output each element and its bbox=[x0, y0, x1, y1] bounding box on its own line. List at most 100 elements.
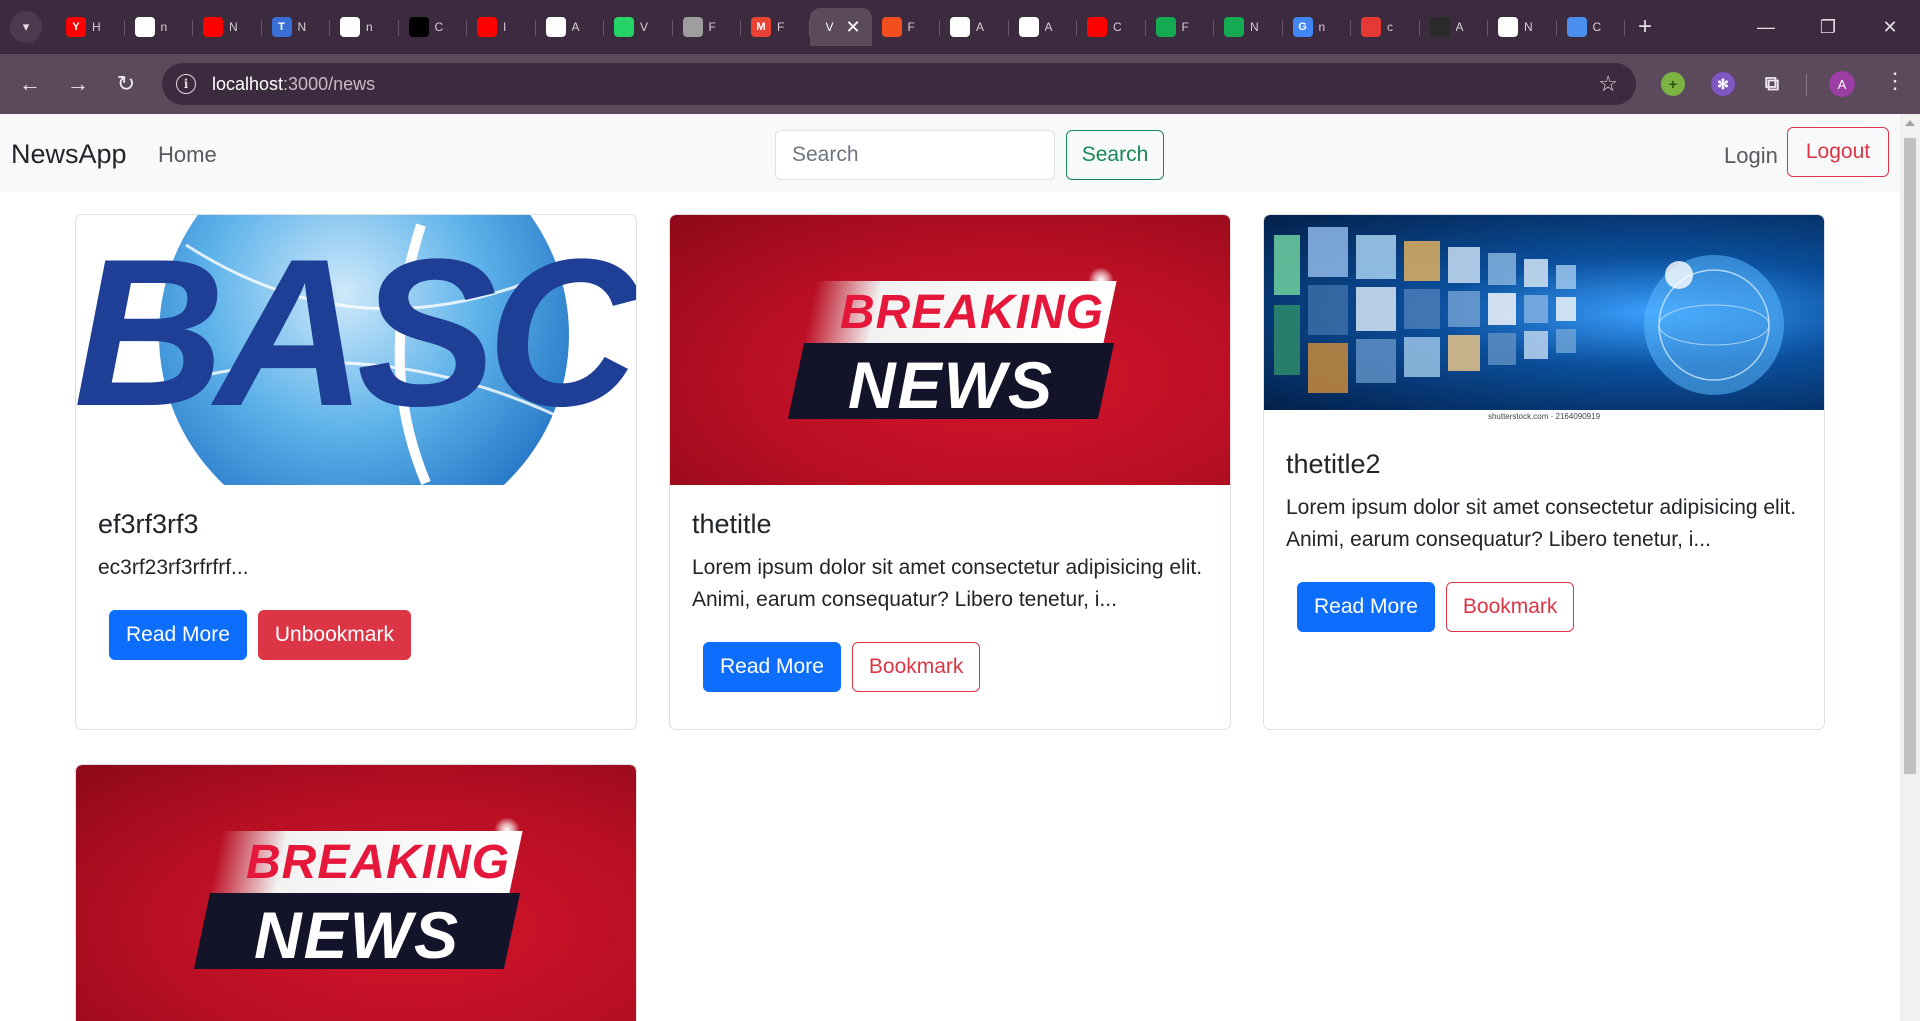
browser-tab[interactable]: N bbox=[1488, 8, 1557, 46]
new-tab-button[interactable]: + bbox=[1625, 8, 1665, 46]
news-card-image: BREAKING NEWS bbox=[670, 215, 1230, 485]
read-more-button[interactable]: Read More bbox=[1297, 582, 1435, 632]
scroll-up-arrow-icon[interactable] bbox=[1905, 120, 1915, 126]
news-card-text: ec3rf23rf3rfrfrf... bbox=[98, 556, 249, 579]
tab-title: F bbox=[907, 20, 915, 34]
browser-tab[interactable]: A bbox=[940, 8, 1009, 46]
tab-title: c bbox=[1387, 20, 1393, 34]
profile-avatar[interactable]: A bbox=[1829, 71, 1855, 97]
login-link[interactable]: Login bbox=[1724, 143, 1778, 169]
bookmark-button[interactable]: Bookmark bbox=[851, 642, 981, 692]
browser-tab[interactable]: C bbox=[1077, 8, 1146, 46]
tab-title: n bbox=[1318, 20, 1326, 34]
address-bar[interactable]: i localhost:3000/news ☆ bbox=[162, 63, 1636, 105]
bookmark-button[interactable]: Bookmark bbox=[1445, 582, 1575, 632]
logout-button[interactable]: Logout bbox=[1787, 127, 1889, 177]
minimize-button[interactable]: — bbox=[1735, 0, 1797, 54]
news-card-title: thetitle bbox=[692, 509, 772, 539]
read-more-button[interactable]: Read More bbox=[109, 610, 247, 660]
basc-logo-image: BASC bbox=[76, 215, 636, 485]
extensions-puzzle-icon[interactable]: ⧉ bbox=[1760, 72, 1784, 96]
t-icon: T bbox=[271, 17, 292, 37]
browser-tab[interactable]: TN bbox=[262, 8, 331, 46]
browser-tab[interactable]: V bbox=[604, 8, 673, 46]
read-more-button[interactable]: Read More bbox=[703, 642, 841, 692]
news-card: BREAKING NEWS bbox=[75, 764, 637, 1021]
tab-title: N bbox=[229, 20, 237, 34]
back-button[interactable]: ← bbox=[14, 68, 46, 100]
browser-tab[interactable]: N bbox=[193, 8, 262, 46]
browser-tab[interactable]: C bbox=[399, 8, 468, 46]
extension-snowflake-icon[interactable]: ✻ bbox=[1711, 72, 1735, 96]
medium-icon bbox=[408, 17, 429, 37]
tab-title: V bbox=[825, 20, 834, 34]
browser-tab[interactable]: n bbox=[330, 8, 399, 46]
mongodb-icon bbox=[1224, 17, 1244, 37]
tab-title: C bbox=[1592, 20, 1601, 34]
breaking-news-line2: NEWS bbox=[848, 348, 1054, 422]
scrollbar-thumb[interactable] bbox=[1904, 138, 1916, 774]
news-card-image: BASC bbox=[76, 215, 636, 485]
forward-button[interactable]: → bbox=[62, 68, 94, 100]
url-text[interactable]: localhost:3000/news bbox=[212, 74, 375, 95]
github-icon bbox=[950, 17, 970, 37]
close-window-button[interactable]: ✕ bbox=[1859, 0, 1920, 54]
unbookmark-button[interactable]: Unbookmark bbox=[257, 610, 411, 660]
breaking-news-line1: BREAKING bbox=[245, 836, 510, 889]
chatgpt-icon bbox=[545, 17, 566, 37]
tab-title: A bbox=[571, 20, 580, 34]
browser-tab[interactable]: c bbox=[1351, 8, 1420, 46]
bookmark-star-icon[interactable]: ☆ bbox=[1598, 71, 1618, 97]
github-icon bbox=[340, 17, 360, 37]
restore-button[interactable]: ❐ bbox=[1797, 0, 1859, 54]
browser-tab[interactable]: N bbox=[1214, 8, 1283, 46]
reload-button[interactable]: ↻ bbox=[110, 68, 142, 100]
toolbar-separator bbox=[1806, 74, 1807, 96]
page-scrollbar[interactable] bbox=[1900, 114, 1920, 1021]
red-app-icon bbox=[1361, 17, 1381, 37]
browser-tab[interactable]: A bbox=[1420, 8, 1489, 46]
news-card-image: BREAKING NEWS bbox=[76, 765, 636, 1021]
browser-tab[interactable]: A bbox=[536, 8, 605, 46]
browser-tab[interactable]: F bbox=[673, 8, 742, 46]
browser-tab-active[interactable]: V ✕ bbox=[809, 8, 872, 46]
site-info-icon[interactable]: i bbox=[176, 74, 196, 94]
image-credit-text: shutterstock.com · 2164090919 bbox=[1264, 410, 1824, 424]
tab-title: H bbox=[92, 20, 100, 34]
whatsapp-icon bbox=[614, 17, 634, 37]
browser-tab[interactable]: MF bbox=[741, 8, 810, 46]
app-navbar: NewsApp Home Search Login Logout bbox=[0, 114, 1900, 192]
youtube-icon bbox=[203, 17, 223, 37]
browser-tab[interactable]: YH bbox=[56, 8, 125, 46]
tab-title: F bbox=[708, 20, 716, 34]
search-input[interactable] bbox=[775, 130, 1055, 180]
tab-title: C bbox=[434, 20, 443, 34]
browser-tab[interactable]: F bbox=[1146, 8, 1215, 46]
browser-toolbar: ← → ↻ i localhost:3000/news ☆ bbox=[0, 54, 1920, 114]
breaking-news-image: BREAKING NEWS bbox=[76, 765, 636, 1021]
brand-logo[interactable]: NewsApp bbox=[11, 139, 127, 170]
extension-plus-icon[interactable]: + bbox=[1661, 72, 1685, 96]
github-icon bbox=[1018, 17, 1039, 37]
youtube-icon bbox=[477, 17, 497, 37]
browser-tab[interactable]: n bbox=[125, 8, 194, 46]
browser-tab[interactable]: Gn bbox=[1283, 8, 1352, 46]
breaking-news-image: BREAKING NEWS bbox=[670, 215, 1230, 485]
browser-tab[interactable]: A bbox=[1009, 8, 1078, 46]
tab-search-button[interactable]: ▾ bbox=[10, 11, 42, 43]
search-button[interactable]: Search bbox=[1066, 130, 1164, 180]
news-card-body: thetitle2 Lorem ipsum dolor sit amet con… bbox=[1264, 449, 1824, 632]
nav-home-link[interactable]: Home bbox=[158, 142, 217, 168]
google-icon: G bbox=[1292, 17, 1313, 37]
browser-tab[interactable]: I bbox=[467, 8, 536, 46]
tab-title: F bbox=[777, 20, 785, 34]
url-path: :3000/news bbox=[283, 74, 376, 94]
close-tab-icon[interactable]: ✕ bbox=[846, 18, 861, 36]
tab-strip: ▾ Y Hn N T Nn C I A V F M F V ✕ F A A C F N Gn c A N C + — ❐ ✕ bbox=[0, 0, 1920, 54]
news-card-body: thetitle Lorem ipsum dolor sit amet cons… bbox=[670, 509, 1230, 692]
tab-title: N bbox=[1250, 20, 1258, 34]
news-card-image: shutterstock.com · 2164090919 bbox=[1264, 215, 1824, 425]
chrome-menu-icon[interactable]: ⋮ bbox=[1884, 68, 1906, 94]
browser-tab[interactable]: C bbox=[1557, 8, 1626, 46]
browser-tab[interactable]: F bbox=[872, 8, 941, 46]
